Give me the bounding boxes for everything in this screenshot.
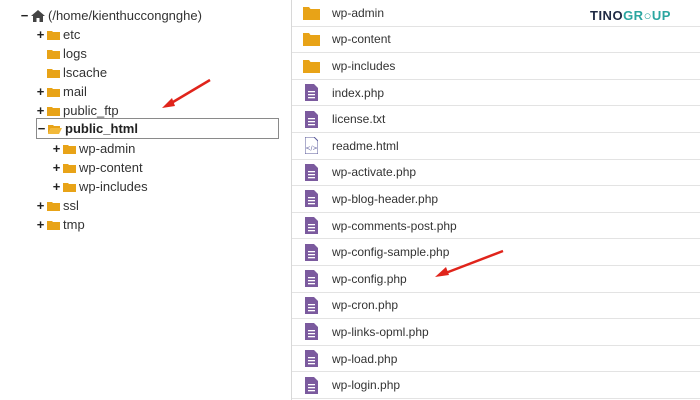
file-row[interactable]: wp-includes [292,53,700,80]
tree-item-tmp[interactable]: + tmp [36,215,85,234]
tree-item-label: etc [63,27,81,42]
folder-icon [294,6,328,20]
php-file-icon [294,190,328,208]
file-name: wp-activate.php [332,165,417,180]
red-arrow-icon [162,78,211,108]
collapse-toggle[interactable]: − [37,119,46,138]
expand-toggle[interactable]: + [36,82,45,101]
php-file-icon [294,243,328,261]
expand-toggle[interactable]: + [52,177,61,196]
tree-item-label: wp-admin [79,141,136,156]
file-name: license.txt [332,112,386,127]
tree-item-lscache[interactable]: lscache [47,63,107,82]
folder-icon [47,87,60,97]
folder-icon [47,49,60,59]
tree-root-label: (/home/kienthuccongnghe) [48,8,202,23]
file-name: wp-cron.php [332,298,399,313]
tree-item-wp-includes[interactable]: + wp-includes [52,177,148,196]
file-name: wp-comments-post.php [332,218,457,233]
text-file-icon [294,110,328,128]
folder-icon [63,163,76,173]
tree-item-public-html[interactable]: − public_html [36,118,279,139]
php-file-icon [294,217,328,235]
html-file-icon: </> [294,137,328,155]
tree-item-wp-content[interactable]: + wp-content [52,158,143,177]
tree-item-etc[interactable]: + etc [36,25,81,44]
file-row[interactable]: wp-comments-post.php [292,213,700,240]
tree-item-label: public_html [65,121,138,136]
tree-item-label: logs [63,46,87,61]
file-row[interactable]: wp-login.php [292,372,700,399]
folder-icon [47,201,60,211]
file-row[interactable]: wp-load.php [292,346,700,373]
expand-toggle[interactable]: + [52,139,61,158]
folder-icon [47,106,60,116]
php-file-icon [294,270,328,288]
tree-item-label: ssl [63,198,79,213]
tree-item-label: wp-content [79,160,143,175]
directory-tree: − (/home/kienthuccongnghe) + etc logs ls… [0,0,292,400]
php-file-icon [294,376,328,394]
tree-item-label: lscache [63,65,108,80]
file-name: wp-admin [332,5,385,20]
expand-toggle[interactable]: + [36,25,45,44]
expand-toggle[interactable]: + [36,196,45,215]
tree-item-label: mail [63,84,87,99]
folder-icon [63,182,76,192]
folder-icon [47,30,60,40]
tree-root[interactable]: − (/home/kienthuccongnghe) [20,6,202,25]
folder-icon [294,32,328,47]
folder-icon [63,144,76,154]
tree-item-mail[interactable]: + mail [36,82,87,101]
file-name: wp-includes [332,58,396,73]
tree-item-logs[interactable]: logs [47,44,87,63]
file-row[interactable]: license.txt [292,106,700,133]
tree-item-label: tmp [63,217,85,232]
file-name: readme.html [332,138,399,153]
folder-icon [47,220,60,230]
file-name: wp-config-sample.php [332,245,450,260]
svg-text:</>: </> [305,145,317,152]
file-name: wp-login.php [332,378,401,393]
collapse-toggle[interactable]: − [20,6,29,25]
file-row[interactable]: wp-content [292,27,700,54]
file-name: wp-blog-header.php [332,191,439,206]
expand-toggle[interactable]: + [52,158,61,177]
file-name: index.php [332,85,385,100]
brand-logo: TINOGR○UP [590,8,671,23]
php-file-icon [294,163,328,181]
folder-icon [294,59,328,73]
php-file-icon [294,350,328,368]
file-row[interactable]: wp-cron.php [292,293,700,320]
php-file-icon [294,296,328,314]
file-name: wp-content [332,32,391,47]
file-row[interactable]: wp-activate.php [292,160,700,187]
php-file-icon [294,84,328,102]
file-row[interactable]: wp-blog-header.php [292,186,700,213]
folder-icon [47,68,60,78]
file-row[interactable]: </> readme.html [292,133,700,160]
logo-o-glyph: ○ [643,8,652,23]
file-list: wp-admin wp-content wp-includes index.php li… [292,0,700,400]
php-file-icon [294,323,328,341]
file-row[interactable]: index.php [292,80,700,107]
file-name: wp-load.php [332,351,398,366]
folder-open-icon [48,124,62,134]
expand-toggle[interactable]: + [36,215,45,234]
red-arrow-icon [435,249,504,277]
tree-item-ssl[interactable]: + ssl [36,196,79,215]
tree-item-wp-admin[interactable]: + wp-admin [52,139,136,158]
tree-item-label: wp-includes [79,179,148,194]
file-row[interactable]: wp-links-opml.php [292,319,700,346]
file-name: wp-config.php [332,271,407,286]
file-name: wp-links-opml.php [332,324,429,339]
home-icon [31,9,45,22]
